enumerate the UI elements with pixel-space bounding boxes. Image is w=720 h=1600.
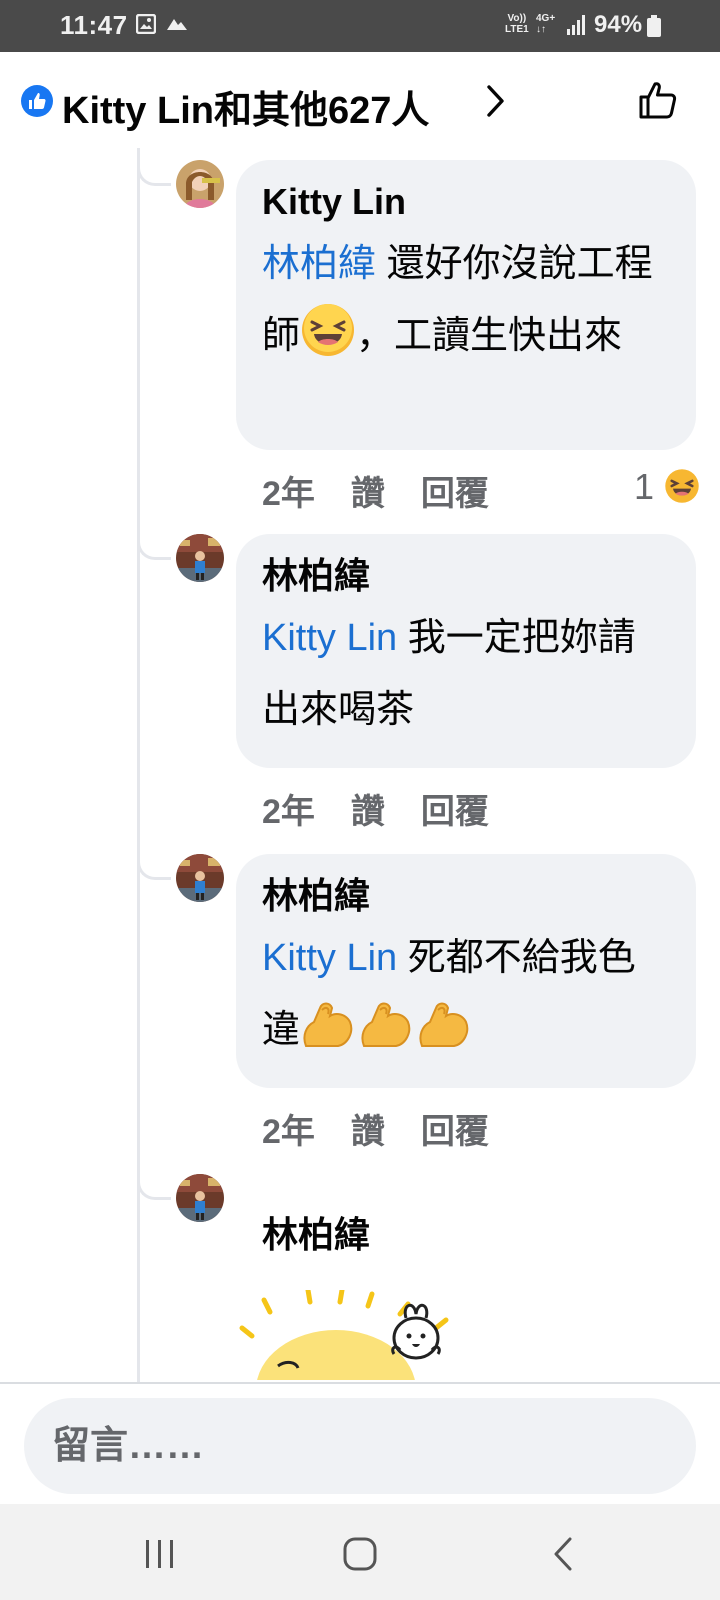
avatar[interactable] [176,160,224,208]
like-button[interactable]: 讚 [351,1113,385,1151]
comment-bubble[interactable]: Kitty Lin 林柏緯 還好你沒說工程師 ，工讀生快出來 [236,160,696,450]
comment-actions: 2年讚回覆 [262,466,525,515]
avatar[interactable] [176,854,224,902]
signal-icon [566,14,588,41]
comment-timestamp: 2年 [262,793,315,831]
back-icon[interactable] [540,1530,588,1578]
sun-bunny-sticker[interactable] [236,1290,486,1380]
avatar[interactable] [176,534,224,582]
comment-timestamp: 2年 [262,475,315,513]
system-navigation-bar [0,1504,720,1600]
comment-timestamp: 2年 [262,1113,315,1151]
avatar[interactable] [176,1174,224,1222]
reactions-summary-link[interactable]: Kitty Lin和其他627人 [62,79,429,134]
mountain-notification-icon [166,14,188,39]
thread-line [137,148,140,1382]
reaction-count[interactable]: 1 [634,466,654,508]
comment-text: Kitty Lin 我一定把妳請出來喝茶 [262,617,636,731]
thread-branch [137,160,171,186]
reactions-header: Kitty Lin和其他627人 [0,52,720,148]
comment-author[interactable]: Kitty Lin [262,178,670,226]
thread-branch [137,854,171,880]
network-type: 4G+ ↓↑ [536,13,556,35]
battery-icon [647,15,661,42]
comment-bubble[interactable]: 林柏緯 Kitty Lin 死都不給我色違 [236,854,696,1088]
like-reaction-icon [21,85,53,117]
like-button[interactable]: 讚 [351,793,385,831]
comment-author[interactable]: 林柏緯 [262,1206,370,1258]
thumbs-up-icon[interactable] [638,80,678,125]
reply-button[interactable]: 回覆 [421,793,489,831]
comment-actions: 2年讚回覆 [262,1104,525,1153]
mention-link[interactable]: Kitty Lin [262,937,397,979]
comment-author[interactable]: 林柏緯 [262,552,670,600]
battery-level: 94% [594,11,643,38]
comment-text: Kitty Lin 死都不給我色違 [262,922,670,1076]
mention-link[interactable]: 林柏緯 [262,243,376,285]
clock: 11:47 [60,10,128,40]
laughing-emoji-icon [300,302,356,382]
home-icon[interactable] [336,1530,384,1578]
like-button[interactable]: 讚 [351,475,385,513]
comment-author[interactable]: 林柏緯 [262,872,670,920]
gallery-notification-icon [135,13,157,39]
comment-text: 林柏緯 還好你沒說工程師 ，工讀生快出來 [262,228,670,382]
thread-branch [137,534,171,560]
reply-button[interactable]: 回覆 [421,475,489,513]
comment-actions: 2年讚回覆 [262,784,525,833]
comment-bubble[interactable]: 林柏緯 Kitty Lin 我一定把妳請出來喝茶 [236,534,696,768]
reply-button[interactable]: 回覆 [421,1113,489,1151]
mention-link[interactable]: Kitty Lin [262,617,397,659]
laughing-reaction-icon[interactable] [664,468,700,509]
recent-apps-icon[interactable] [136,1530,184,1578]
status-bar: 11:47 Vo)) LTE1 4G+ ↓↑ 94% [0,0,720,52]
volte-indicator: Vo)) LTE1 [505,13,529,35]
comment-input[interactable] [24,1398,696,1494]
flexed-biceps-icon [300,996,470,1076]
thread-branch [137,1174,171,1200]
comment-composer [0,1382,720,1504]
chevron-right-icon[interactable] [486,84,506,123]
